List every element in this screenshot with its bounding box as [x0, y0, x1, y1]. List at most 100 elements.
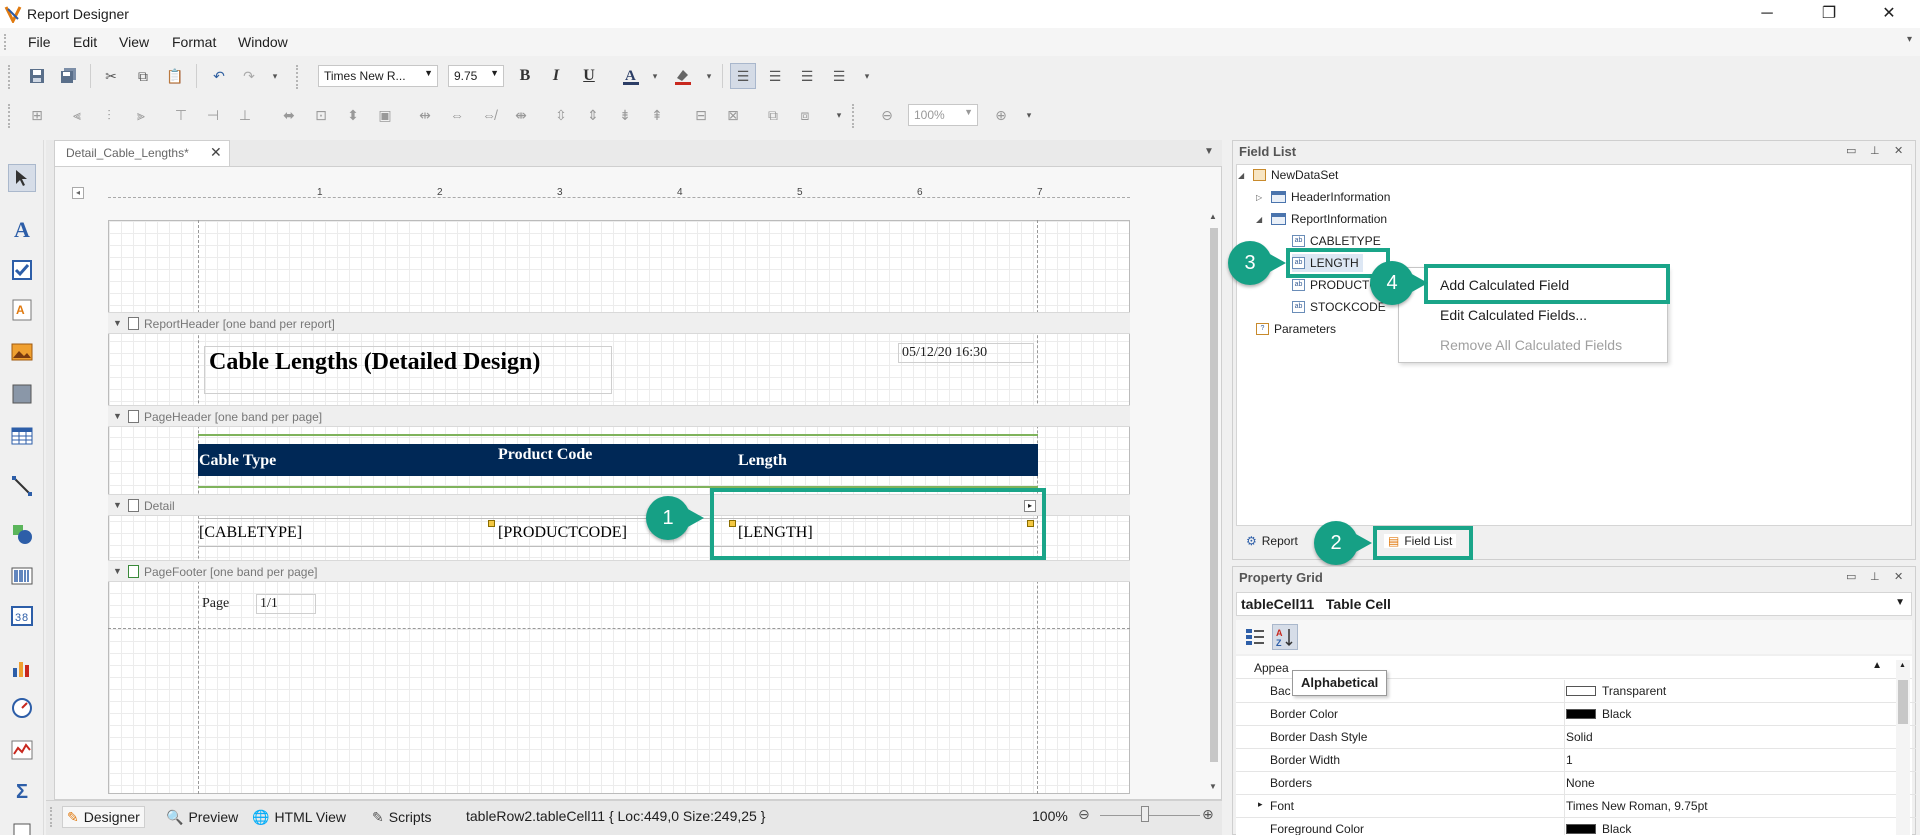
- zoom-slider-knob[interactable]: [1141, 806, 1149, 822]
- object-selector[interactable]: tableCell11 Table Cell ▼: [1236, 592, 1912, 616]
- header-cable-type[interactable]: Cable Type: [199, 452, 276, 470]
- menu-grip[interactable]: [4, 34, 8, 50]
- collapse-icon[interactable]: ▼: [113, 566, 122, 576]
- expand-icon[interactable]: ▷: [1256, 193, 1266, 202]
- horizontal-spacing-icon[interactable]: ⇹: [412, 102, 438, 128]
- statusbar-grip[interactable]: [50, 807, 54, 827]
- collapse-icon[interactable]: ▼: [113, 318, 122, 328]
- header-length[interactable]: Length: [738, 452, 787, 470]
- same-width-icon[interactable]: ⬌: [276, 102, 302, 128]
- expand-icon[interactable]: ▸: [1258, 799, 1263, 810]
- collapse-icon[interactable]: ▼: [113, 500, 122, 510]
- align-lefts-icon[interactable]: ⫷: [64, 102, 90, 128]
- zoom-in-icon[interactable]: ⊕: [1202, 806, 1214, 823]
- toc-tool-icon[interactable]: [8, 816, 36, 835]
- picture-tool-icon[interactable]: [8, 338, 36, 366]
- vertical-spacing-icon[interactable]: ⇳: [548, 102, 574, 128]
- detail-cell-cabletype[interactable]: [CABLETYPE]: [199, 524, 302, 542]
- save-icon[interactable]: [24, 63, 50, 89]
- bold-button[interactable]: B: [512, 63, 538, 89]
- column-header-bar[interactable]: [198, 444, 1038, 476]
- center-vertically-icon[interactable]: ⊠: [720, 102, 746, 128]
- footer-page-label[interactable]: Page: [202, 596, 229, 612]
- label-tool-icon[interactable]: A: [8, 216, 36, 244]
- collapse-icon[interactable]: ▲: [1872, 660, 1882, 671]
- band-report-header[interactable]: ▼ ReportHeader [one band per report]: [108, 312, 1130, 334]
- italic-button[interactable]: I: [543, 63, 569, 89]
- property-row-foreground-color[interactable]: Foreground Color Black: [1236, 818, 1916, 835]
- menu-edit[interactable]: Edit: [73, 34, 97, 50]
- cell-handle[interactable]: [488, 520, 495, 527]
- property-scrollbar[interactable]: ▲: [1896, 660, 1910, 835]
- toolbar-overflow-icon[interactable]: ▾: [860, 63, 874, 89]
- property-row-font[interactable]: ▸ Font Times New Roman, 9.75pt: [1236, 795, 1916, 818]
- line-tool-icon[interactable]: [8, 472, 36, 500]
- zoom-slider-track[interactable]: [1100, 815, 1200, 816]
- menu-overflow-icon[interactable]: ▾: [1907, 34, 1912, 45]
- align-to-grid-icon[interactable]: ⊞: [24, 102, 50, 128]
- zoom-out-icon[interactable]: ⊖: [874, 102, 900, 128]
- paste-icon[interactable]: 📋: [162, 63, 188, 89]
- property-value[interactable]: Times New Roman, 9.75pt: [1566, 799, 1708, 813]
- remove-vspacing-icon[interactable]: ⇞: [644, 102, 670, 128]
- toolbar-grip[interactable]: [296, 65, 300, 89]
- table-tool-icon[interactable]: [8, 422, 36, 450]
- pin-icon[interactable]: ⊥: [1870, 144, 1880, 157]
- bring-to-front-icon[interactable]: ⧉: [760, 102, 786, 128]
- ruler-corner[interactable]: ◂: [72, 187, 84, 199]
- menu-view[interactable]: View: [119, 34, 149, 50]
- detail-cell-productcode[interactable]: [PRODUCTCODE]: [498, 524, 627, 542]
- decrease-hspacing-icon[interactable]: ⇎: [476, 102, 502, 128]
- align-bottoms-icon[interactable]: ⊥: [232, 102, 258, 128]
- scroll-thumb[interactable]: [1898, 680, 1908, 724]
- pin-icon[interactable]: ⊥: [1870, 570, 1880, 583]
- property-value[interactable]: Solid: [1566, 730, 1593, 744]
- barcode-tool-icon[interactable]: [8, 562, 36, 590]
- send-to-back-icon[interactable]: ⧈: [792, 102, 818, 128]
- align-right-icon[interactable]: ☰: [794, 63, 820, 89]
- size-to-grid-icon[interactable]: ⊡: [308, 102, 334, 128]
- font-size-combo[interactable]: 9.75 ▼: [448, 65, 504, 87]
- menu-window[interactable]: Window: [238, 34, 288, 50]
- tab-scripts[interactable]: ✎ Scripts: [372, 806, 432, 828]
- property-row-border-width[interactable]: Border Width 1: [1236, 749, 1916, 772]
- chart-tool-icon[interactable]: [8, 654, 36, 682]
- align-center-icon[interactable]: ☰: [762, 63, 788, 89]
- property-value[interactable]: Transparent: [1566, 684, 1666, 698]
- richtext-tool-icon[interactable]: A: [8, 296, 36, 324]
- align-middles-icon[interactable]: ⊣: [200, 102, 226, 128]
- property-value[interactable]: Black: [1566, 707, 1631, 721]
- underline-button[interactable]: U: [576, 63, 602, 89]
- align-tops-icon[interactable]: ⊤: [168, 102, 194, 128]
- checkbox-tool-icon[interactable]: [8, 256, 36, 284]
- panel-menu-icon[interactable]: ▭: [1846, 144, 1856, 157]
- restore-button[interactable]: ❐: [1814, 4, 1844, 24]
- scroll-up-icon[interactable]: ▲: [1209, 212, 1217, 221]
- tab-html-view[interactable]: 🌐 HTML View: [252, 806, 346, 828]
- collapse-icon[interactable]: ◢: [1238, 171, 1248, 180]
- minimize-button[interactable]: ─: [1752, 4, 1782, 24]
- scroll-down-icon[interactable]: ▼: [1209, 782, 1217, 791]
- document-list-dropdown-icon[interactable]: ▼: [1204, 146, 1214, 157]
- menu-format[interactable]: Format: [172, 34, 216, 50]
- pointer-tool-icon[interactable]: [8, 164, 36, 192]
- band-page-header[interactable]: ▼ PageHeader [one band per page]: [108, 405, 1130, 427]
- property-value[interactable]: 1: [1566, 753, 1573, 767]
- toolbar-grip[interactable]: [8, 65, 12, 89]
- same-size-icon[interactable]: ▣: [372, 102, 398, 128]
- align-justify-icon[interactable]: ☰: [826, 63, 852, 89]
- property-row-back-color[interactable]: Bac Transparent: [1236, 680, 1916, 703]
- tree-parameters[interactable]: ? Parameters: [1256, 320, 1336, 338]
- shape-tool-icon[interactable]: [8, 520, 36, 548]
- sparkline-tool-icon[interactable]: [8, 736, 36, 764]
- close-tab-icon[interactable]: ✕: [210, 144, 222, 161]
- tab-report-explorer[interactable]: ⚙ Report: [1246, 534, 1298, 548]
- increase-hspacing-icon[interactable]: ⇔: [444, 102, 470, 128]
- redo-icon[interactable]: ↷: [236, 63, 262, 89]
- gauge-tool-icon[interactable]: [8, 694, 36, 722]
- tree-field-productcode[interactable]: ab PRODUCTC: [1292, 276, 1378, 294]
- panel-tool-icon[interactable]: [8, 380, 36, 408]
- center-horizontally-icon[interactable]: ⊟: [688, 102, 714, 128]
- toolbar-grip[interactable]: [8, 104, 12, 128]
- property-row-border-color[interactable]: Border Color Black: [1236, 703, 1916, 726]
